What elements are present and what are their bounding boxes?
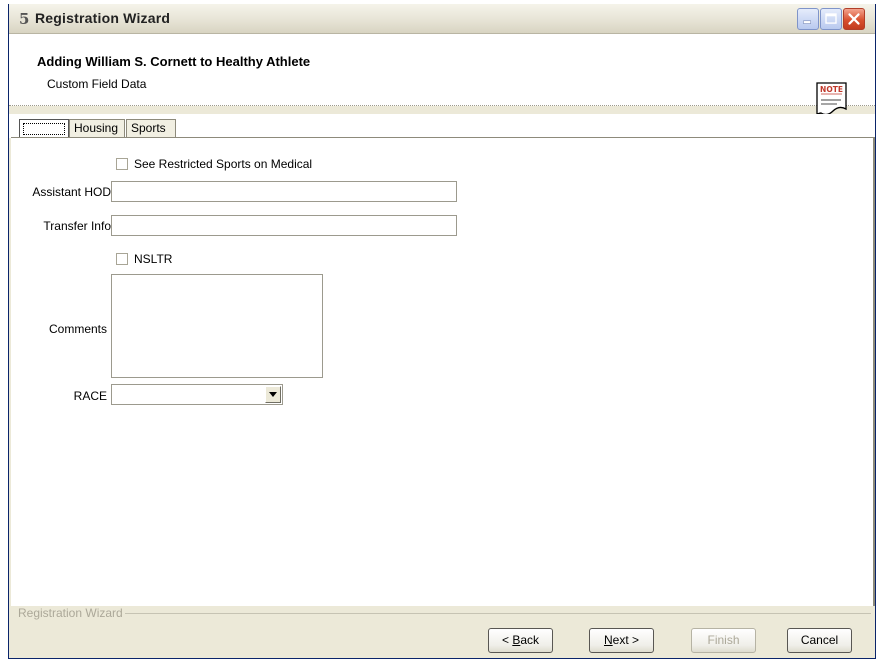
restricted-sports-checkbox[interactable] bbox=[116, 158, 128, 170]
app-icon: 5 bbox=[19, 10, 30, 28]
wizard-header-subtitle: Custom Field Data bbox=[47, 77, 147, 91]
transfer-info-label: Transfer Info bbox=[43, 219, 111, 233]
tab-custom-fields[interactable] bbox=[19, 119, 69, 138]
back-button[interactable]: < Back bbox=[488, 628, 553, 653]
finish-button[interactable]: Finish bbox=[691, 628, 756, 653]
close-button[interactable] bbox=[843, 8, 865, 30]
svg-text:NOTE: NOTE bbox=[820, 85, 843, 94]
assistant-hod-input[interactable] bbox=[111, 181, 457, 202]
chevron-down-icon bbox=[269, 392, 277, 397]
window-title: Registration Wizard bbox=[35, 10, 171, 26]
minimize-icon bbox=[803, 20, 811, 24]
tab-label: Housing bbox=[74, 121, 119, 135]
transfer-info-input[interactable] bbox=[111, 215, 457, 236]
maximize-icon bbox=[825, 13, 837, 24]
back-button-prefix: < bbox=[501, 633, 513, 647]
comments-textarea[interactable] bbox=[111, 274, 323, 378]
tab-sports[interactable]: Sports bbox=[126, 119, 176, 138]
race-dropdown-button[interactable] bbox=[265, 386, 281, 403]
race-select[interactable] bbox=[111, 384, 283, 405]
registration-wizard-window: 5 Registration Wizard Adding William S. … bbox=[8, 4, 876, 659]
next-button-mnemonic: N bbox=[603, 633, 613, 647]
minimize-button[interactable] bbox=[797, 8, 819, 30]
footer-group-line bbox=[18, 613, 871, 614]
footer-group-label: Registration Wizard bbox=[18, 606, 125, 620]
cancel-button[interactable]: Cancel bbox=[787, 628, 852, 653]
tab-label: Sports bbox=[131, 121, 166, 135]
restricted-sports-label[interactable]: See Restricted Sports on Medical bbox=[134, 157, 312, 171]
tab-housing[interactable]: Housing bbox=[69, 119, 125, 138]
close-icon bbox=[848, 13, 860, 25]
wizard-header: Adding William S. Cornett to Healthy Ath… bbox=[9, 34, 875, 116]
comments-label: Comments bbox=[48, 322, 107, 336]
wizard-header-title: Adding William S. Cornett to Healthy Ath… bbox=[37, 54, 311, 69]
custom-field-panel: See Restricted Sports on Medical Assista… bbox=[11, 137, 875, 606]
tab-focus-rect bbox=[23, 123, 65, 135]
back-button-rest: ack bbox=[520, 633, 540, 647]
assistant-hod-label: Assistant HOD bbox=[32, 185, 111, 199]
tab-strip: Housing Sports bbox=[9, 114, 875, 138]
next-button-rest: ext > bbox=[612, 633, 640, 647]
maximize-button[interactable] bbox=[820, 8, 842, 30]
next-button[interactable]: Next > bbox=[589, 628, 654, 653]
nsltr-checkbox[interactable] bbox=[116, 253, 128, 265]
race-label: RACE bbox=[73, 389, 107, 403]
note-icon: NOTE bbox=[816, 82, 847, 116]
nsltr-label[interactable]: NSLTR bbox=[134, 252, 172, 266]
title-bar[interactable]: 5 Registration Wizard bbox=[9, 4, 875, 34]
wizard-footer: Registration Wizard < Back Next > Finish… bbox=[9, 606, 875, 658]
